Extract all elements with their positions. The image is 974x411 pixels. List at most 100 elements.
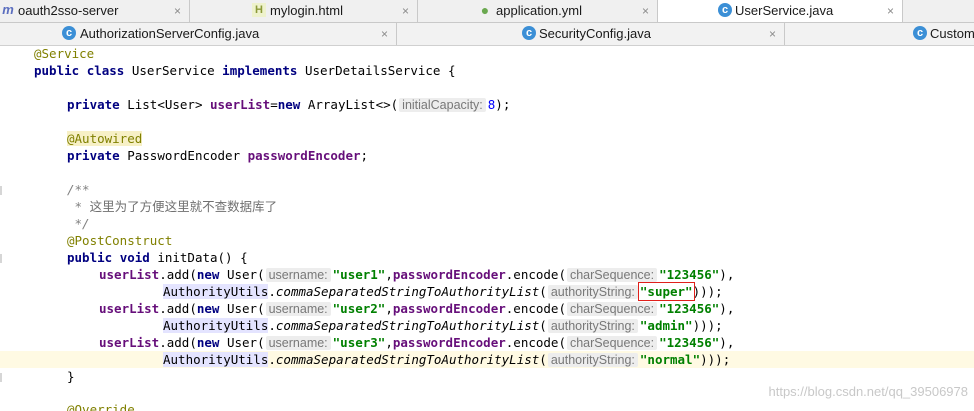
- code-line: }: [0, 368, 974, 385]
- field-name: passwordEncoder: [392, 335, 506, 350]
- parameter-hint: initialCapacity:: [399, 98, 486, 112]
- type-name: PasswordEncoder: [119, 148, 248, 163]
- maven-module-icon: m: [2, 2, 14, 17]
- close-icon[interactable]: ×: [642, 0, 649, 22]
- punctuation: .: [268, 318, 276, 333]
- highlighted-authority-super: "super": [637, 282, 695, 301]
- code-line: userList.add(new User(username: "user3",p…: [0, 334, 974, 351]
- punctuation: )));: [692, 318, 723, 333]
- method-signature: initData() {: [149, 250, 248, 265]
- field-name: userList: [99, 335, 160, 350]
- keyword: new: [196, 301, 220, 316]
- punctuation: .: [268, 284, 276, 299]
- keyword: new: [196, 335, 220, 350]
- tab-custom[interactable]: c Custom: [785, 23, 974, 45]
- java-class-icon: c: [913, 26, 927, 40]
- code-line: public void initData() {: [0, 249, 974, 266]
- tab-authorizationserverconfig-java[interactable]: c AuthorizationServerConfig.java ×: [0, 23, 397, 45]
- code-line: userList.add(new User(username: "user1",p…: [0, 266, 974, 283]
- punctuation: .encode(: [505, 301, 566, 316]
- type-name: List<User>: [119, 97, 210, 112]
- string-literal: "123456": [659, 335, 720, 350]
- punctuation: ): [692, 284, 701, 299]
- java-class-icon: c: [718, 3, 732, 17]
- tab-userservice-java[interactable]: c UserService.java ×: [658, 0, 903, 22]
- tab-label: Custom: [930, 26, 974, 41]
- class-reference: AuthorityUtils: [163, 318, 269, 333]
- tab-label: mylogin.html: [270, 3, 343, 18]
- punctuation: .add(: [159, 335, 197, 350]
- code-line: private List<User> userList=new ArrayLis…: [0, 96, 974, 113]
- code-line: public class UserService implements User…: [0, 62, 974, 79]
- parameter-hint: charSequence:: [566, 302, 658, 316]
- interface-name: UserDetailsService {: [297, 63, 456, 78]
- code-line: @Service: [0, 46, 974, 62]
- tab-mylogin-html[interactable]: H mylogin.html ×: [190, 0, 418, 22]
- static-method: commaSeparatedStringToAuthorityList: [275, 284, 540, 299]
- tab-securityconfig-java[interactable]: c SecurityConfig.java ×: [397, 23, 785, 45]
- tab-label: oauth2sso-server: [18, 3, 119, 18]
- keyword: private: [67, 97, 120, 112]
- annotation: @Service: [34, 46, 95, 61]
- punctuation: (: [539, 284, 547, 299]
- punctuation: .add(: [159, 267, 197, 282]
- field-name: userList: [210, 97, 271, 112]
- keyword: public: [34, 63, 80, 78]
- java-class-icon: c: [62, 26, 76, 40]
- keyword: private: [67, 148, 120, 163]
- tab-application-yml[interactable]: ● application.yml ×: [418, 0, 658, 22]
- punctuation: .: [268, 352, 276, 367]
- punctuation: .encode(: [505, 335, 566, 350]
- close-icon[interactable]: ×: [381, 23, 388, 45]
- tab-label: application.yml: [496, 3, 582, 18]
- parameter-hint: authorityString:: [547, 285, 638, 299]
- punctuation: .encode(: [505, 267, 566, 282]
- class-name: UserService: [124, 63, 223, 78]
- keyword: public: [67, 250, 113, 265]
- code-line: private PasswordEncoder passwordEncoder;: [0, 147, 974, 164]
- keyword: new: [277, 97, 301, 112]
- watermark: https://blog.csdn.net/qq_39506978: [768, 384, 969, 399]
- code-line: @Autowired: [0, 130, 974, 147]
- parameter-hint: username:: [265, 336, 331, 350]
- close-icon[interactable]: ×: [769, 23, 776, 45]
- doc-comment: *: [67, 199, 90, 214]
- code-line: AuthorityUtils.commaSeparatedStringToAut…: [0, 317, 974, 334]
- punctuation: )));: [700, 352, 731, 367]
- operator: =: [270, 97, 278, 112]
- close-icon[interactable]: ×: [887, 0, 894, 22]
- doc-comment-text: 这里为了方便这里就不查数据库了: [89, 199, 278, 214]
- field-name: passwordEncoder: [392, 267, 506, 282]
- type-name: User(: [219, 335, 265, 350]
- code-line: * 这里为了方便这里就不查数据库了: [0, 198, 974, 215]
- tab-oauth2sso-server[interactable]: m oauth2sso-server ×: [0, 0, 190, 22]
- parameter-hint: charSequence:: [566, 268, 658, 282]
- keyword: class: [86, 63, 125, 78]
- code-line: /**: [0, 181, 974, 198]
- keyword: new: [196, 267, 220, 282]
- punctuation: ),: [719, 301, 735, 316]
- punctuation: ,: [385, 267, 393, 282]
- punctuation: ,: [385, 301, 393, 316]
- code-editor[interactable]: @Service public class UserService implem…: [0, 46, 974, 411]
- close-icon[interactable]: ×: [174, 0, 181, 22]
- doc-comment: */: [67, 216, 90, 231]
- punctuation: (: [539, 318, 547, 333]
- punctuation: ),: [719, 335, 735, 350]
- code-line: */: [0, 215, 974, 232]
- doc-comment: /**: [67, 182, 90, 197]
- tab-overflow[interactable]: [903, 0, 974, 22]
- code-line: AuthorityUtils.commaSeparatedStringToAut…: [0, 282, 974, 301]
- static-method: commaSeparatedStringToAuthorityList: [275, 352, 540, 367]
- code-line: @PostConstruct: [0, 232, 974, 249]
- tab-label: SecurityConfig.java: [539, 26, 651, 41]
- close-icon[interactable]: ×: [402, 0, 409, 22]
- type-name: User(: [219, 301, 265, 316]
- field-name: userList: [99, 301, 160, 316]
- editor-tab-bar-secondary: c AuthorizationServerConfig.java × c Sec…: [0, 23, 974, 46]
- editor-tab-bar-primary: m oauth2sso-server × H mylogin.html × ● …: [0, 0, 974, 23]
- punctuation: .add(: [159, 301, 197, 316]
- punctuation: ,: [385, 335, 393, 350]
- class-reference: AuthorityUtils: [163, 352, 269, 367]
- string-literal: "123456": [659, 301, 720, 316]
